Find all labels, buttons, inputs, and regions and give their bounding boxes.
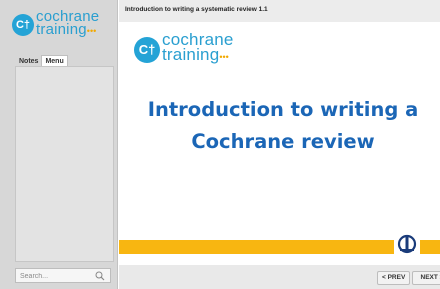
slide-title: Introduction to writing a Cochrane revie… (147, 98, 419, 153)
logo-line-2-text: training (36, 21, 87, 38)
search-icon[interactable] (95, 271, 105, 281)
slide-logo-dots: ••• (219, 52, 229, 62)
menu-panel (15, 66, 114, 262)
collaboration-badge-icon (394, 234, 420, 262)
logo-text: cochrane training••• (36, 9, 99, 38)
search-box[interactable] (15, 268, 111, 283)
logo-line-2: training••• (36, 21, 99, 38)
cochrane-logo-icon: C† (12, 14, 34, 36)
slide-logo-text: cochrane training••• (162, 31, 234, 65)
accent-bar (119, 240, 440, 254)
sidebar: C† cochrane training••• Notes Menu (0, 0, 118, 289)
cochrane-logo-icon: C† (134, 37, 160, 63)
course-header: Introduction to writing a systematic rev… (119, 0, 440, 22)
slide-canvas: C† cochrane training••• Introduction to … (119, 22, 440, 265)
logo-dots: ••• (86, 26, 97, 36)
slide-cochrane-training-logo: C† cochrane training••• (134, 31, 254, 68)
next-button[interactable]: NEXT > (412, 271, 440, 285)
cochrane-collaboration-logo-icon (397, 234, 417, 254)
search-input[interactable] (20, 270, 90, 282)
cochrane-training-logo: C† cochrane training••• (12, 9, 112, 44)
prev-button[interactable]: < PREV (377, 271, 411, 285)
course-title: Introduction to writing a systematic rev… (125, 6, 268, 13)
slide-logo-line-2: training••• (162, 45, 234, 65)
slide-logo-line-2-text: training (162, 45, 220, 64)
player-footer: < PREV NEXT > (119, 265, 440, 289)
